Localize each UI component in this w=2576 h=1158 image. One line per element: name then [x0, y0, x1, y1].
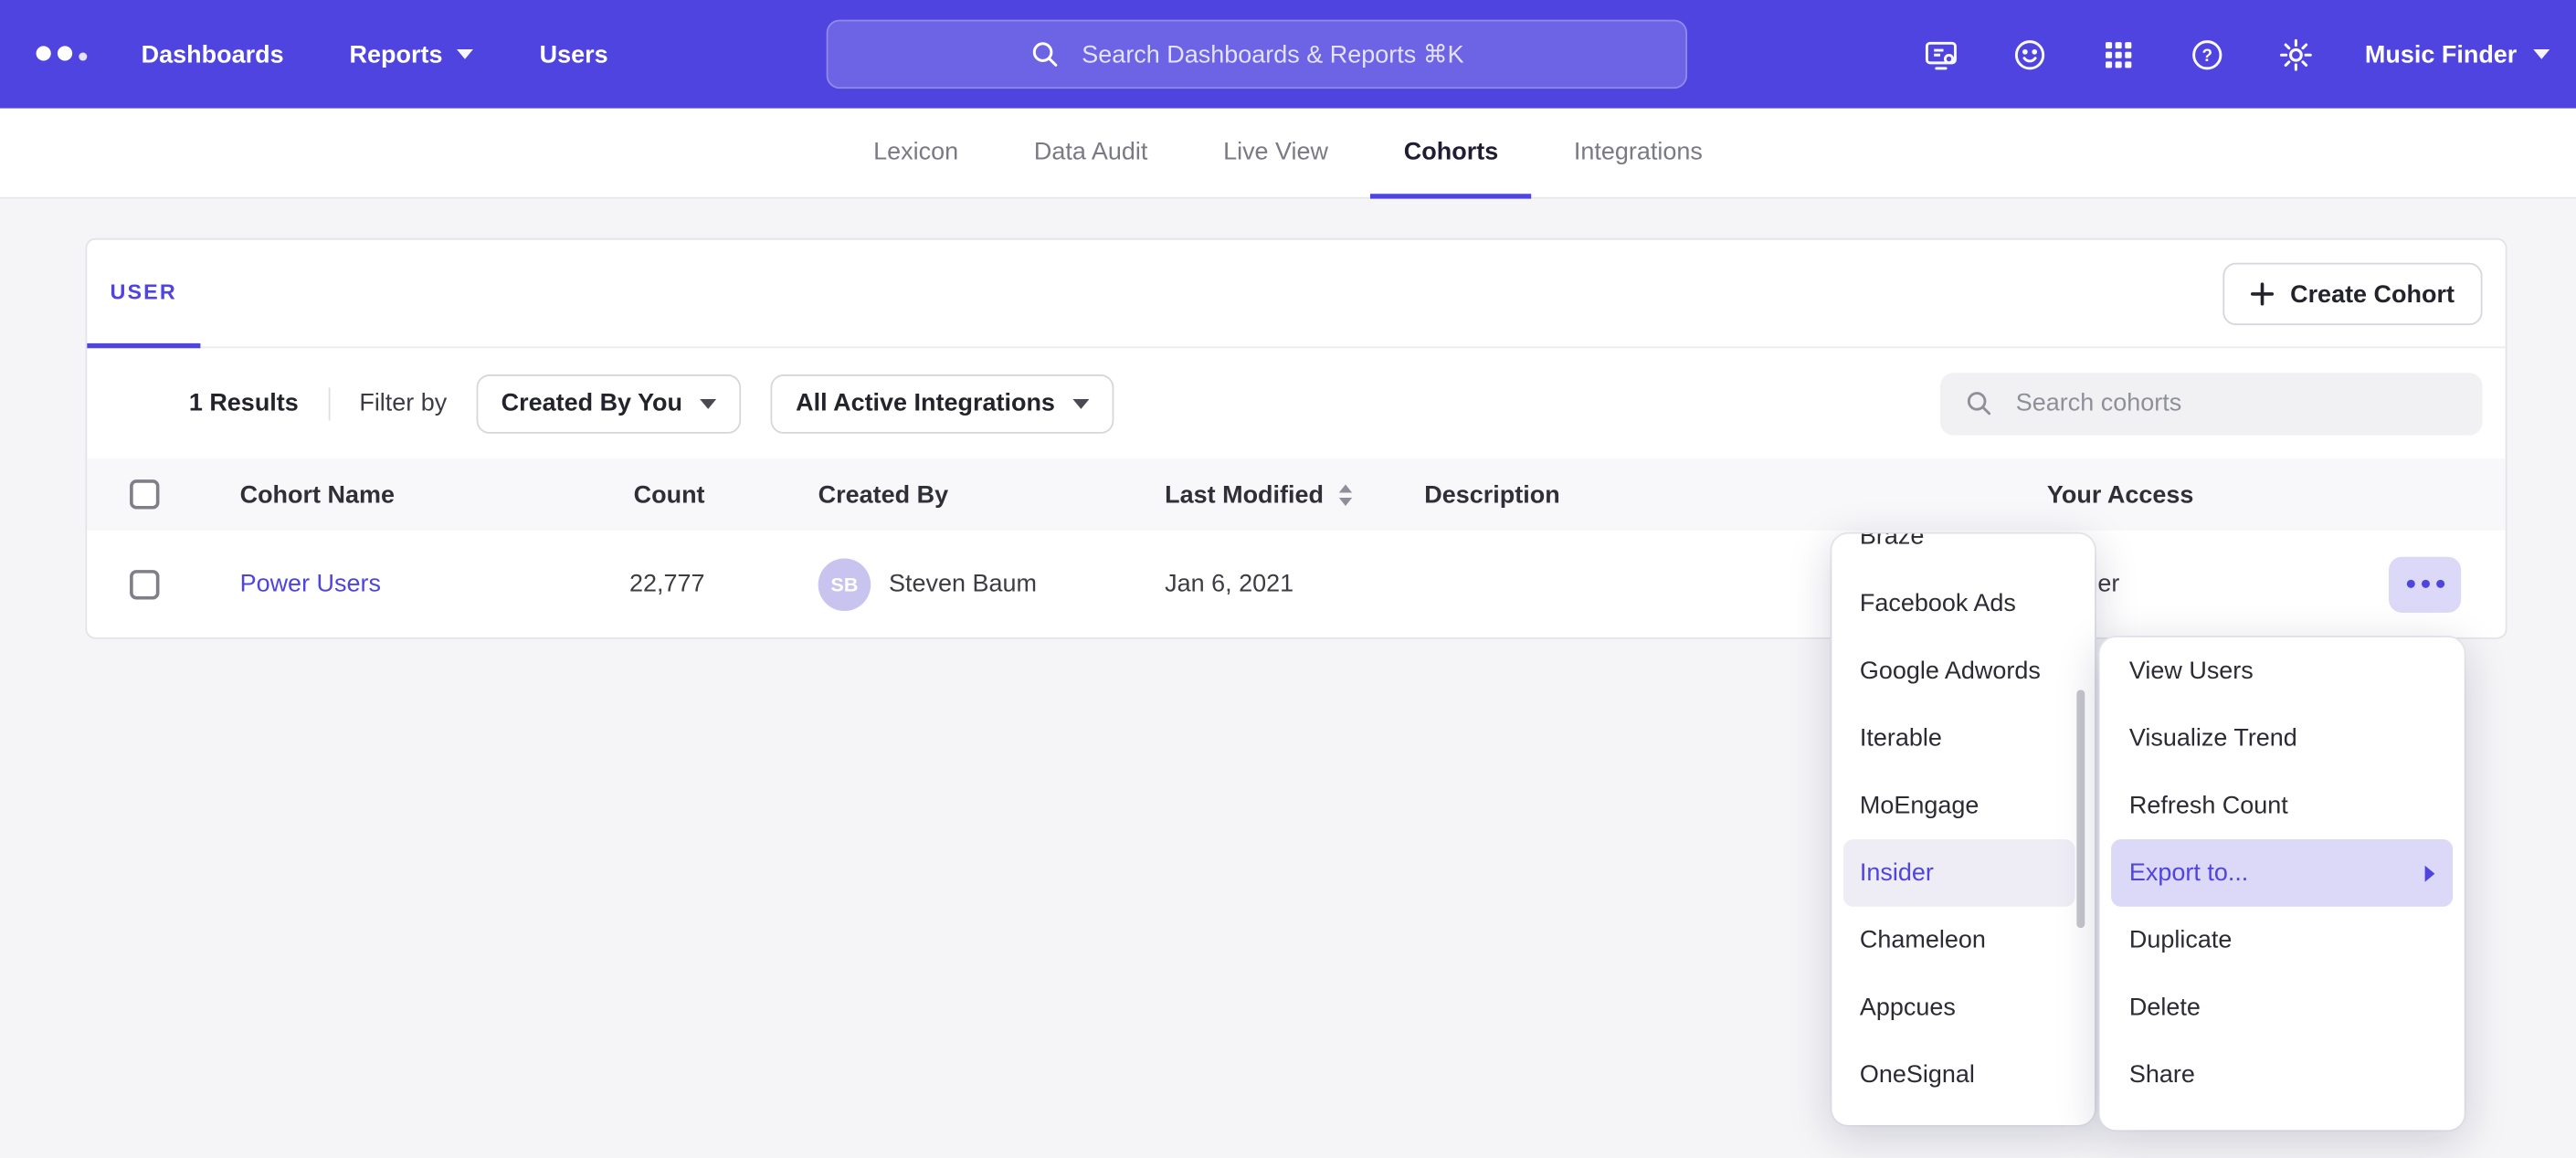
col-header-cohort-name: Cohort Name: [240, 480, 594, 509]
nav-users-label: Users: [540, 40, 608, 68]
submenu-item-iterable[interactable]: Iterable: [1832, 705, 2095, 773]
last-modified-cell: Jan 6, 2021: [1165, 570, 1424, 598]
search-icon: [1963, 387, 1994, 418]
submenu-item-facebook-ads[interactable]: Facebook Ads: [1832, 570, 2095, 637]
nav-dashboards-label: Dashboards: [142, 40, 284, 68]
submenu-scrollbar[interactable]: [2076, 690, 2085, 928]
results-count: 1 Results: [189, 389, 299, 417]
cohort-type-tabs: USER Create Cohort: [87, 240, 2505, 349]
col-header-description: Description: [1424, 480, 2047, 509]
svg-text:?: ?: [2201, 46, 2212, 65]
sort-icon[interactable]: [1338, 484, 1351, 505]
filter-by-label: Filter by: [359, 389, 447, 417]
nav-dashboards[interactable]: Dashboards: [142, 40, 284, 68]
app-logo-icon[interactable]: [37, 46, 88, 60]
global-search[interactable]: [827, 20, 1687, 89]
created-by-cell: SB Steven Baum: [705, 558, 1166, 611]
tab-user-cohorts[interactable]: USER: [87, 240, 200, 349]
account-menu[interactable]: Music Finder: [2365, 40, 2550, 68]
submenu-item-google-adwords[interactable]: Google Adwords: [1832, 637, 2095, 705]
integrations-filter[interactable]: All Active Integrations: [771, 374, 1114, 433]
submenu-item-appcues[interactable]: Appcues: [1832, 974, 2095, 1042]
settings-gear-icon[interactable]: [2276, 35, 2316, 74]
col-header-count: Count: [593, 480, 704, 509]
integrations-filter-value: All Active Integrations: [796, 389, 1055, 417]
submenu-item-moengage[interactable]: MoEngage: [1832, 772, 2095, 839]
export-destinations-list: Braze Facebook Ads Google Adwords Iterab…: [1832, 534, 2095, 1109]
row-checkbox[interactable]: [130, 569, 159, 598]
menu-item-export-to-label: Export to...: [2129, 859, 2248, 888]
submenu-item-chameleon[interactable]: Chameleon: [1832, 907, 2095, 974]
created-by-filter-value: Created By You: [501, 389, 682, 417]
nav-right-cluster: ? Music Finder: [1921, 0, 2550, 109]
menu-item-view-users[interactable]: View Users: [2099, 637, 2464, 705]
help-icon[interactable]: ?: [2188, 35, 2227, 74]
tab-data-audit[interactable]: Data Audit: [1001, 109, 1180, 199]
col-header-your-access: Your Access: [2047, 480, 2506, 509]
create-cohort-label: Create Cohort: [2290, 280, 2455, 309]
tab-live-view[interactable]: Live View: [1190, 109, 1361, 199]
feedback-icon[interactable]: [2010, 35, 2049, 74]
table-row[interactable]: Power Users 22,777 SB Steven Baum Jan 6,…: [87, 531, 2505, 637]
row-more-actions-button[interactable]: [2389, 556, 2461, 612]
chevron-down-icon: [1073, 398, 1090, 408]
divider: [328, 387, 330, 420]
table-header: Cohort Name Count Created By Last Modifi…: [87, 458, 2505, 531]
account-name: Music Finder: [2365, 40, 2517, 68]
plus-icon: [2251, 282, 2274, 305]
col-header-last-modified[interactable]: Last Modified: [1165, 480, 1424, 509]
global-search-input[interactable]: [1079, 38, 1486, 69]
cohort-name-link[interactable]: Power Users: [240, 570, 381, 598]
tab-lexicon[interactable]: Lexicon: [840, 109, 991, 199]
submenu-item-onesignal[interactable]: OneSignal: [1832, 1041, 2095, 1109]
menu-item-share[interactable]: Share: [2099, 1041, 2464, 1109]
export-destinations-submenu: Braze Facebook Ads Google Adwords Iterab…: [1832, 534, 2095, 1125]
chevron-down-icon: [701, 398, 717, 408]
select-all-checkbox[interactable]: [130, 479, 159, 509]
chevron-down-icon: [458, 49, 474, 59]
submenu-item-insider[interactable]: Insider: [1843, 839, 2075, 907]
nav-reports-label: Reports: [350, 40, 443, 68]
created-by-name: Steven Baum: [889, 570, 1037, 598]
row-context-menu: View Users Visualize Trend Refresh Count…: [2099, 637, 2464, 1131]
cohorts-page: Dashboards Reports Users: [0, 0, 2576, 1158]
created-by-filter[interactable]: Created By You: [477, 374, 742, 433]
menu-item-duplicate[interactable]: Duplicate: [2099, 907, 2464, 974]
data-settings-icon[interactable]: [1921, 35, 1960, 74]
tab-integrations[interactable]: Integrations: [1541, 109, 1736, 199]
menu-item-visualize-trend[interactable]: Visualize Trend: [2099, 705, 2464, 773]
apps-grid-icon[interactable]: [2099, 35, 2138, 74]
nav-reports[interactable]: Reports: [350, 40, 474, 68]
tab-cohorts[interactable]: Cohorts: [1371, 109, 1531, 199]
cohort-search-input[interactable]: [2012, 387, 2459, 418]
section-tabs: Lexicon Data Audit Live View Cohorts Int…: [0, 109, 2576, 199]
submenu-item-braze[interactable]: Braze: [1832, 534, 2095, 571]
cohort-count: 22,777: [593, 570, 704, 598]
primary-nav: Dashboards Reports Users: [142, 0, 608, 109]
access-cell: Owner: [2047, 556, 2506, 612]
create-cohort-button[interactable]: Create Cohort: [2222, 263, 2482, 325]
cohort-search[interactable]: [1940, 372, 2483, 434]
nav-users[interactable]: Users: [540, 40, 608, 68]
menu-item-refresh-count[interactable]: Refresh Count: [2099, 772, 2464, 839]
chevron-right-icon: [2425, 865, 2435, 881]
filter-bar: 1 Results Filter by Created By You All A…: [87, 348, 2505, 458]
menu-item-delete[interactable]: Delete: [2099, 974, 2464, 1042]
top-navbar: Dashboards Reports Users: [0, 0, 2576, 109]
cohorts-panel: USER Create Cohort 1 Results Filter by C…: [86, 238, 2507, 639]
search-icon: [1028, 37, 1061, 70]
col-header-created-by: Created By: [705, 480, 1166, 509]
chevron-down-icon: [2533, 49, 2550, 59]
menu-item-export-to[interactable]: Export to...: [2111, 839, 2453, 907]
avatar: SB: [818, 558, 871, 611]
